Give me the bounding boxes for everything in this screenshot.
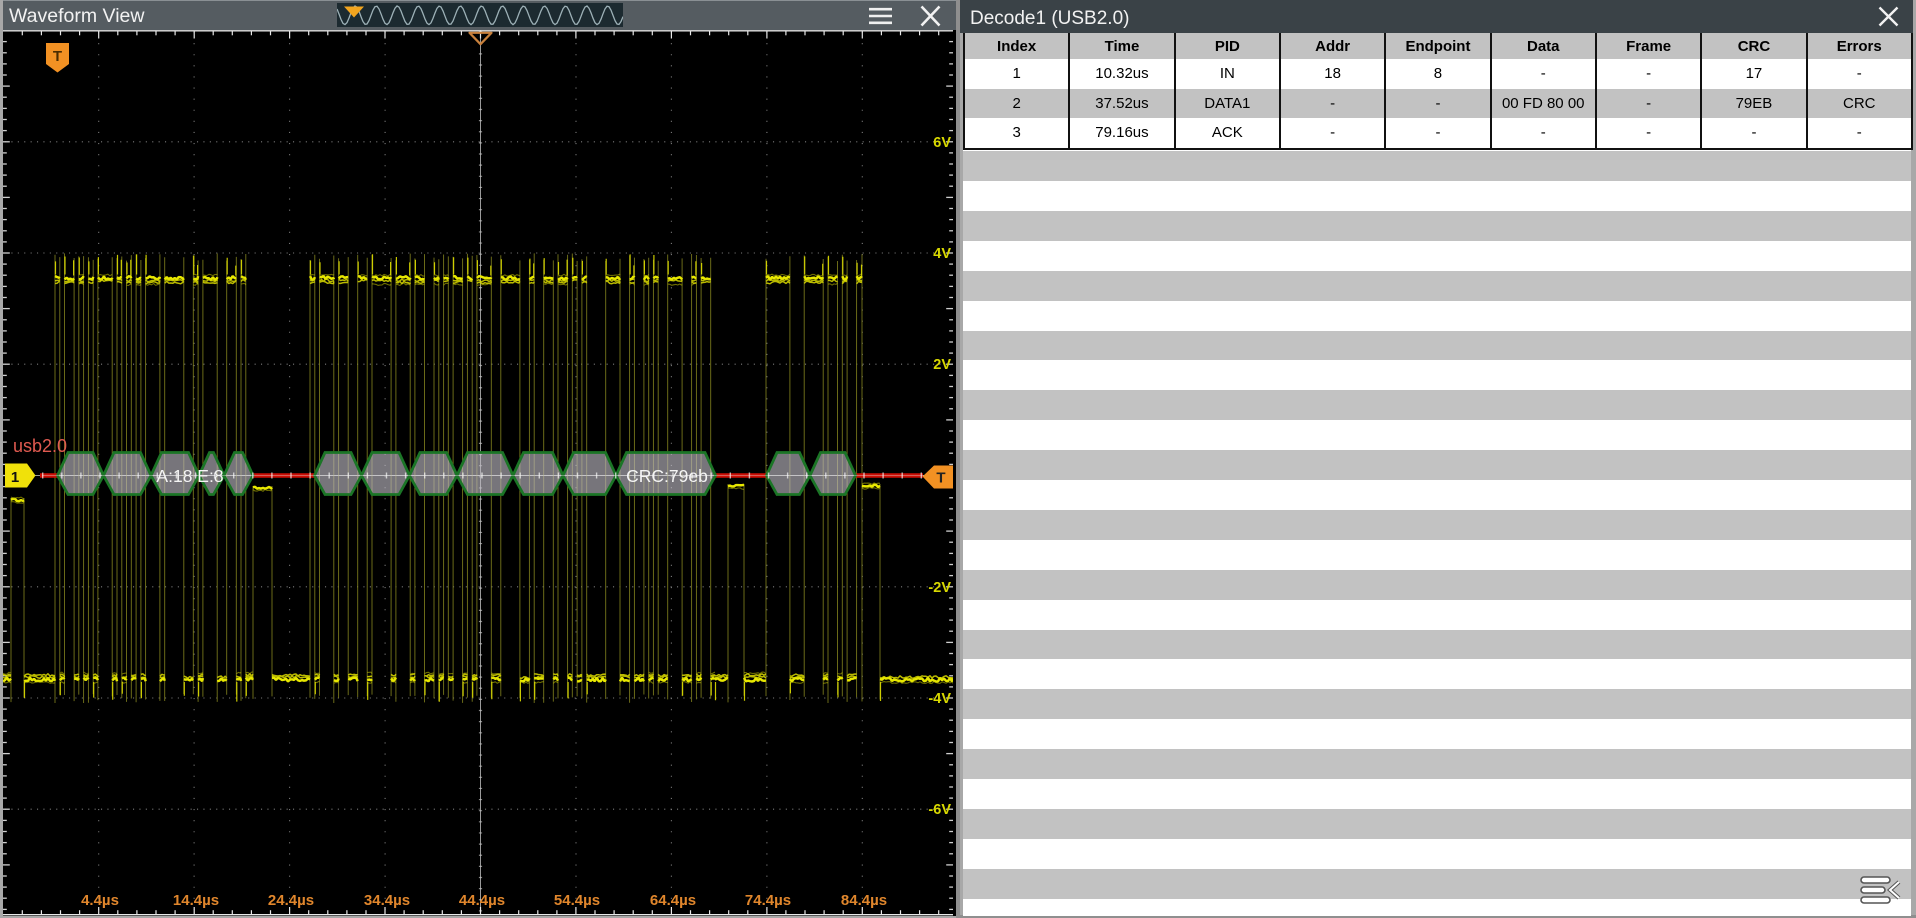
svg-text:34.4µs: 34.4µs (364, 892, 410, 909)
svg-text:74.4µs: 74.4µs (745, 892, 791, 909)
svg-text:T: T (936, 470, 945, 487)
svg-text:-6V: -6V (928, 802, 951, 818)
svg-text:CRC:79eb: CRC:79eb (626, 466, 708, 486)
svg-text:64.4µs: 64.4µs (650, 892, 696, 909)
svg-text:1: 1 (11, 469, 19, 486)
svg-text:44.4µs: 44.4µs (459, 892, 505, 909)
svg-text:usb2.0: usb2.0 (13, 436, 67, 456)
svg-text:4.4µs: 4.4µs (81, 892, 119, 909)
svg-text:-2V: -2V (928, 580, 951, 596)
svg-text:A:18 E:8: A:18 E:8 (156, 466, 223, 486)
svg-text:4V: 4V (933, 246, 951, 262)
svg-text:6V: 6V (933, 135, 951, 151)
svg-text:24.4µs: 24.4µs (268, 892, 314, 909)
svg-text:T: T (53, 48, 62, 65)
svg-text:84.4µs: 84.4µs (841, 892, 887, 909)
svg-text:54.4µs: 54.4µs (554, 892, 600, 909)
svg-text:-4V: -4V (928, 691, 951, 707)
svg-text:2V: 2V (933, 357, 951, 373)
svg-text:14.4µs: 14.4µs (173, 892, 219, 909)
